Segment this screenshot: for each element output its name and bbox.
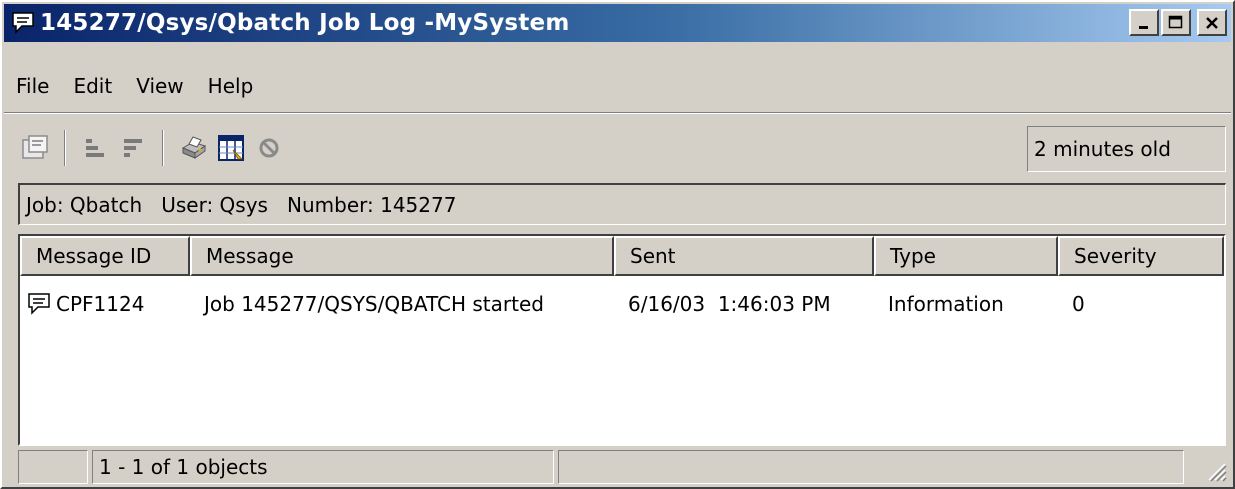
message-bubble-icon — [28, 293, 50, 315]
message-bubble-icon — [12, 12, 34, 34]
column-header-row: Message ID Message Sent Type Severity — [20, 236, 1224, 276]
columns-button[interactable] — [212, 129, 250, 167]
job-info-bar: Job: Qbatch User: Qsys Number: 145277 — [18, 183, 1226, 225]
status-object-count: 1 - 1 of 1 objects — [92, 450, 554, 484]
column-header-sent[interactable]: Sent — [614, 236, 874, 276]
menu-help[interactable]: Help — [196, 74, 266, 98]
column-header-type[interactable]: Type — [874, 236, 1058, 276]
toolbar — [16, 124, 288, 172]
maximize-icon — [1168, 15, 1183, 28]
menu-edit[interactable]: Edit — [61, 74, 124, 98]
status-panel-message — [558, 450, 1184, 484]
menu-bar: File Edit View Help — [4, 66, 265, 106]
column-header-message-id[interactable]: Message ID — [20, 236, 190, 276]
cell-message-id: CPF1124 — [20, 291, 190, 317]
toolbar-separator — [162, 130, 164, 166]
menu-view[interactable]: View — [124, 74, 195, 98]
print-button[interactable] — [174, 129, 212, 167]
cell-sent: 6/16/03 1:46:03 PM — [628, 292, 831, 316]
status-panel-empty — [18, 450, 88, 484]
cell-message: Job 145277/QSYS/QBATCH started — [204, 292, 544, 316]
properties-button[interactable] — [16, 129, 54, 167]
data-age-indicator: 2 minutes old — [1027, 126, 1226, 172]
message-list[interactable]: Message ID Message Sent Type Severity CP… — [18, 234, 1226, 446]
column-header-severity[interactable]: Severity — [1058, 236, 1224, 276]
close-icon — [1206, 16, 1218, 29]
minimize-icon — [1139, 25, 1148, 29]
title-bar[interactable]: 145277/Qsys/Qbatch Job Log -MySystem — [4, 4, 1231, 42]
sort-ascending-icon — [86, 139, 104, 157]
properties-icon — [22, 135, 48, 159]
sort-descending-button[interactable] — [114, 129, 152, 167]
message-id-text: CPF1124 — [56, 292, 145, 316]
resize-grip-icon[interactable] — [1203, 458, 1227, 482]
toolbar-separator — [64, 130, 66, 166]
maximize-button[interactable] — [1161, 9, 1191, 36]
sort-ascending-button[interactable] — [76, 129, 114, 167]
window-controls — [1129, 9, 1227, 36]
stop-button[interactable] — [250, 129, 288, 167]
table-row[interactable]: CPF1124 Job 145277/QSYS/QBATCH started 6… — [20, 284, 1224, 324]
cell-severity: 0 — [1072, 292, 1085, 316]
column-header-message[interactable]: Message — [190, 236, 614, 276]
minimize-button[interactable] — [1129, 9, 1159, 36]
menu-file[interactable]: File — [4, 74, 61, 98]
status-bar: 1 - 1 of 1 objects — [18, 450, 1231, 486]
print-icon — [181, 136, 207, 159]
cell-type: Information — [888, 292, 1004, 316]
sort-descending-icon — [124, 139, 142, 157]
job-log-window: 145277/Qsys/Qbatch Job Log -MySystem Fil… — [0, 0, 1235, 489]
menubar-divider — [4, 112, 1231, 114]
stop-icon — [259, 138, 279, 158]
columns-icon — [218, 135, 244, 161]
close-button[interactable] — [1197, 9, 1227, 36]
window-title: 145277/Qsys/Qbatch Job Log -MySystem — [40, 10, 570, 36]
